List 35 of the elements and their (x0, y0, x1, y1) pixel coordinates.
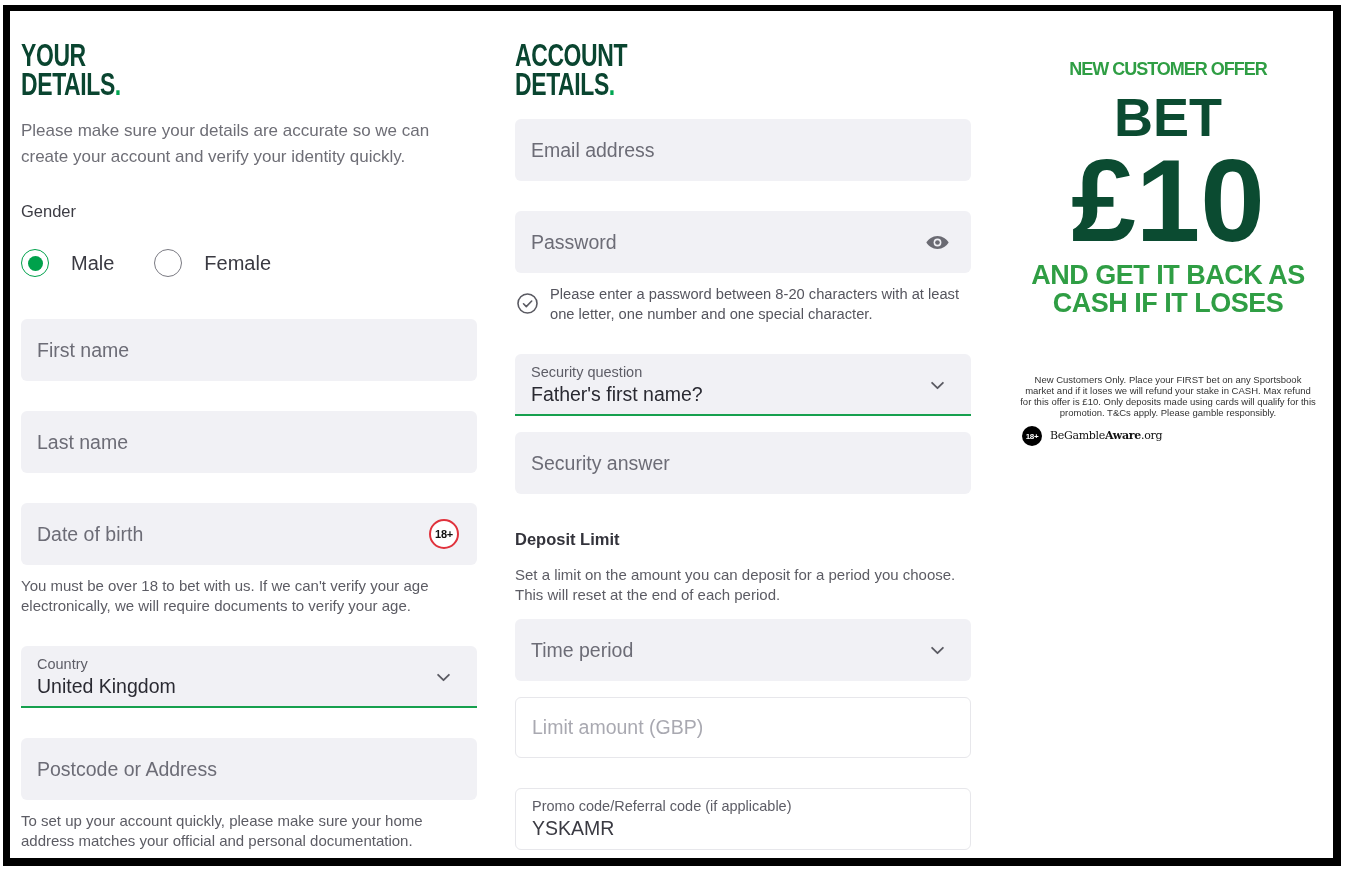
chevron-down-icon (930, 646, 945, 655)
dropdown[interactable]: Security question Father's first name? (515, 354, 971, 416)
text-field[interactable]: Postcode or Address (21, 738, 477, 800)
radio-icon[interactable] (154, 249, 183, 277)
check-circle-icon (517, 293, 538, 314)
text-field[interactable]: Security answer (515, 432, 971, 494)
intro-text: Please make sure your details are accurate so we can create your account and verify your identity quickly. (21, 120, 431, 168)
text-field[interactable]: First name (21, 319, 477, 381)
offer-subheadline: AND GET IT BACK AS CASH IF IT LOSES (1031, 261, 1305, 317)
section-title: ACCOUNT DETAILS. (515, 41, 628, 99)
chevron-down-icon (436, 673, 451, 682)
dropdown[interactable]: Country United Kingdom (21, 646, 477, 708)
offer-eyebrow: NEW CUSTOMER OFFER (1069, 58, 1267, 80)
terms-text: New Customers Only. Place your FIRST bet on any Sportsbook market and if it loses we will refund your stake in CASH. Max refund for this offer is £10. Only deposits made using cards will qualify for this promotion. T&Cs apply. Please gamble responsibly. (1020, 374, 1316, 418)
chevron-down-icon (930, 381, 945, 390)
gamble-aware-text: BeGambleAware.org (1050, 429, 1163, 443)
eye-icon[interactable] (926, 236, 949, 249)
radio-option[interactable]: Male (21, 249, 115, 277)
field-label: Gender (21, 201, 77, 222)
age-limit-badge: 18+ (1022, 426, 1042, 446)
section-heading: Deposit Limit (515, 529, 620, 550)
offer-headline: BET (1114, 89, 1222, 145)
dropdown[interactable]: Time period (515, 619, 971, 681)
offer-amount: £10 (1071, 151, 1265, 251)
radio-icon[interactable] (21, 249, 49, 277)
helper-text: Please enter a password between 8-20 characters with at least one letter, one number and one special character. (550, 285, 961, 324)
radio-option[interactable]: Female (154, 249, 272, 277)
section-title: YOUR DETAILS. (21, 41, 121, 99)
text-field[interactable]: Last name (21, 411, 477, 473)
text-field[interactable]: Promo code/Referral code (if applicable) YSKAMR (515, 788, 971, 850)
helper-text: You must be over 18 to bet with us. If we can't verify your age electronically, we will require documents to verify your age. (21, 576, 430, 616)
password-field[interactable]: Password (515, 211, 971, 273)
text-field[interactable]: Email address (515, 119, 971, 181)
helper-text: Set a limit on the amount you can deposit for a period you choose. This will reset at the end of each period. (515, 565, 957, 605)
helper-text: To set up your account quickly, please make sure your home address matches your official and personal documentation. (21, 811, 424, 851)
